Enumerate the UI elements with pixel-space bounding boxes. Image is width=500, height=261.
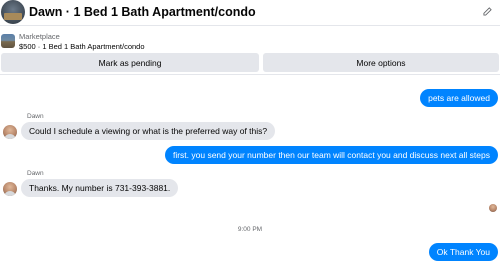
listing-avatar[interactable] [1,0,25,24]
seen-receipt-avatar [489,204,497,212]
incoming-message[interactable]: Could I schedule a viewing or what is th… [21,122,276,140]
incoming-message[interactable]: Thanks. My number is 731-393-3881. [21,179,179,197]
sender-name: Dawn [27,170,44,177]
outgoing-message[interactable]: pets are allowed [420,89,498,107]
sender-avatar[interactable] [3,125,17,139]
sender-name: Dawn [27,113,44,120]
outgoing-message[interactable]: first. you send your number then our tea… [164,146,498,164]
mark-as-pending-button[interactable]: Mark as pending [1,53,259,72]
compose-icon[interactable] [483,7,492,16]
more-options-button[interactable]: More options [263,53,499,72]
listing-thumbnail [1,34,15,48]
outgoing-message[interactable]: Ok Thank You [428,243,498,261]
listing-source-label: Marketplace [19,32,60,41]
header-divider [0,74,500,75]
message-timestamp: 9:00 PM [237,226,263,233]
sender-avatar[interactable] [3,182,17,196]
conversation-header: Dawn · 1 Bed 1 Bath Apartment/condo [0,0,500,26]
marketplace-listing-summary[interactable]: Marketplace $500 · 1 Bed 1 Bath Apartmen… [0,26,500,52]
conversation-title[interactable]: Dawn · 1 Bed 1 Bath Apartment/condo [29,5,256,19]
listing-price-title: $500 · 1 Bed 1 Bath Apartment/condo [19,42,145,51]
